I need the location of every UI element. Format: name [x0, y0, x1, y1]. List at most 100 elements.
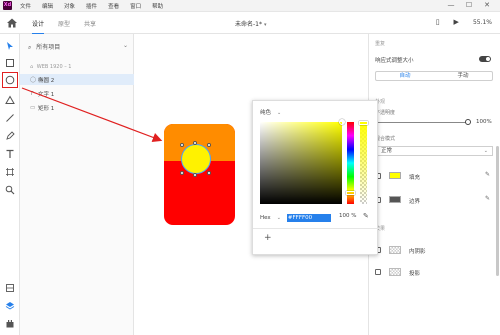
title-bar: Xd 文件 编辑 对象 插件 查看 窗口 帮助 — ☐ ✕ [0, 0, 500, 12]
layer-item[interactable]: ◯ 椭圆 2 [20, 74, 134, 85]
rectangle-tool[interactable] [4, 57, 16, 69]
tab-design[interactable]: 设计 [32, 19, 45, 35]
resize-handle[interactable] [193, 173, 197, 177]
plugins-icon [6, 320, 14, 328]
close-button[interactable]: ✕ [478, 1, 496, 9]
line-icon [6, 114, 14, 122]
eyedropper-icon[interactable]: ✎ [485, 195, 490, 202]
rectangle-icon [6, 59, 14, 67]
menu-help[interactable]: 帮助 [152, 2, 163, 10]
hue-slider-handle[interactable] [346, 191, 355, 195]
tab-share[interactable]: 共享 [84, 19, 96, 28]
yellow-ellipse[interactable] [181, 144, 211, 174]
zoom-tool[interactable] [4, 184, 16, 196]
menu-view[interactable]: 查看 [108, 2, 119, 10]
xd-logo: Xd [3, 1, 12, 10]
properties-scrollbar[interactable] [496, 146, 499, 276]
menu-edit[interactable]: 编辑 [42, 2, 53, 10]
shadow-swatch[interactable] [389, 268, 401, 276]
line-tool[interactable] [4, 112, 16, 124]
shadow-checkbox[interactable] [375, 269, 381, 275]
toolbar-right: ▯ ▶ 55.1% [422, 18, 492, 26]
document-title-text: 未命名-1 [235, 21, 259, 28]
resize-handle[interactable] [180, 171, 184, 175]
add-swatch-button[interactable]: + [264, 233, 272, 243]
assets-panel-button[interactable] [4, 282, 16, 294]
opacity-slider-handle[interactable] [465, 119, 471, 125]
color-mode-label: 纯色 [260, 110, 272, 116]
inner-shadow-label: 内阴影 [409, 249, 426, 255]
artboard[interactable] [164, 124, 235, 225]
responsive-resize-toggle[interactable] [479, 56, 491, 62]
tab-prototype[interactable]: 原型 [58, 19, 70, 28]
eyedropper-icon[interactable]: ✎ [363, 212, 369, 220]
menu-file[interactable]: 文件 [20, 2, 31, 10]
unsaved-marker: * [258, 21, 262, 28]
rectangle-layer-icon: ▭ [30, 104, 36, 111]
maximize-button[interactable]: ☐ [460, 1, 478, 9]
resize-handle[interactable] [193, 141, 197, 145]
layers-panel: ⌕ 所有项目 ⌄ ⌂ WEB 1920 – 1 ◯ 椭圆 2 T 文字 1 ▭ … [20, 34, 134, 335]
blend-mode-label: 混合模式 [375, 136, 396, 142]
auto-resize-option[interactable]: 自动 [376, 72, 434, 80]
saturation-handle[interactable] [339, 119, 345, 125]
border-label: 边界 [409, 199, 421, 205]
layer-item[interactable]: ▭ 矩形 1 [20, 102, 134, 113]
minimize-button[interactable]: — [442, 1, 460, 9]
eyedropper-icon[interactable]: ✎ [485, 171, 490, 178]
zoom-icon [5, 185, 15, 195]
ellipse-layer-icon: ◯ [30, 76, 37, 83]
chevron-down-icon: ⌄ [483, 148, 488, 154]
hex-input[interactable]: #FFFF00 [286, 214, 331, 222]
alpha-slider[interactable] [360, 122, 367, 204]
menu-plugins[interactable]: 插件 [86, 2, 97, 10]
zoom-level[interactable]: 55.1% [473, 19, 492, 26]
opacity-value[interactable]: 100% [476, 119, 492, 125]
fill-swatch[interactable] [389, 172, 401, 179]
chevron-down-icon[interactable]: ⌄ [277, 215, 281, 221]
artboard-title-text: WEB 1920 – 1 [36, 64, 72, 70]
artboard-title[interactable]: ⌂ WEB 1920 – 1 [30, 64, 72, 70]
polygon-tool[interactable] [4, 94, 16, 106]
ellipse-tool[interactable] [2, 72, 18, 88]
plugins-panel-button[interactable] [4, 318, 16, 330]
layer-label: 椭圆 2 [38, 77, 55, 84]
layers-search[interactable]: ⌕ 所有项目 ⌄ [28, 42, 128, 52]
text-layer-icon: T [30, 90, 34, 97]
resize-handle[interactable] [207, 171, 211, 175]
home-icon[interactable] [6, 17, 18, 29]
hex-mode-label[interactable]: Hex [260, 215, 271, 221]
layer-item[interactable]: T 文字 1 [20, 88, 134, 99]
saturation-value-field[interactable] [260, 122, 342, 204]
pointer-icon [7, 42, 13, 50]
layers-panel-button[interactable] [4, 300, 16, 312]
color-mode-dropdown[interactable]: 纯色 ⌄ [260, 108, 281, 116]
artboard-tool[interactable] [4, 166, 16, 178]
manual-resize-option[interactable]: 手动 [434, 72, 492, 80]
resize-handle[interactable] [207, 143, 211, 147]
artboard-icon [6, 168, 14, 176]
pen-tool[interactable] [4, 130, 16, 142]
inner-shadow-swatch[interactable] [389, 246, 401, 254]
document-title[interactable]: 未命名-1* ▾ [235, 19, 267, 28]
text-tool[interactable] [4, 148, 16, 160]
text-icon [6, 149, 14, 158]
blend-mode-dropdown[interactable]: 正常 ⌄ [375, 146, 493, 156]
resize-handle[interactable] [180, 143, 184, 147]
border-swatch[interactable] [389, 196, 401, 203]
alpha-slider-handle[interactable] [359, 121, 368, 125]
menu-object[interactable]: 对象 [64, 2, 75, 10]
select-tool[interactable] [4, 40, 16, 52]
resize-mode-segmented: 自动 手动 [375, 71, 493, 81]
layer-label: 文字 1 [38, 91, 55, 98]
chevron-down-icon[interactable]: ⌄ [123, 42, 128, 49]
opacity-input[interactable]: 100 % [339, 213, 356, 219]
layers-icon [5, 302, 15, 310]
layer-label: 矩形 1 [38, 105, 55, 112]
responsive-resize-label: 响应式调整大小 [375, 58, 414, 64]
device-preview-icon[interactable]: ▯ [436, 18, 440, 26]
opacity-slider[interactable] [375, 122, 467, 123]
play-icon[interactable]: ▶ [454, 18, 459, 26]
chevron-down-icon: ▾ [263, 22, 267, 28]
menu-window[interactable]: 窗口 [130, 2, 141, 10]
